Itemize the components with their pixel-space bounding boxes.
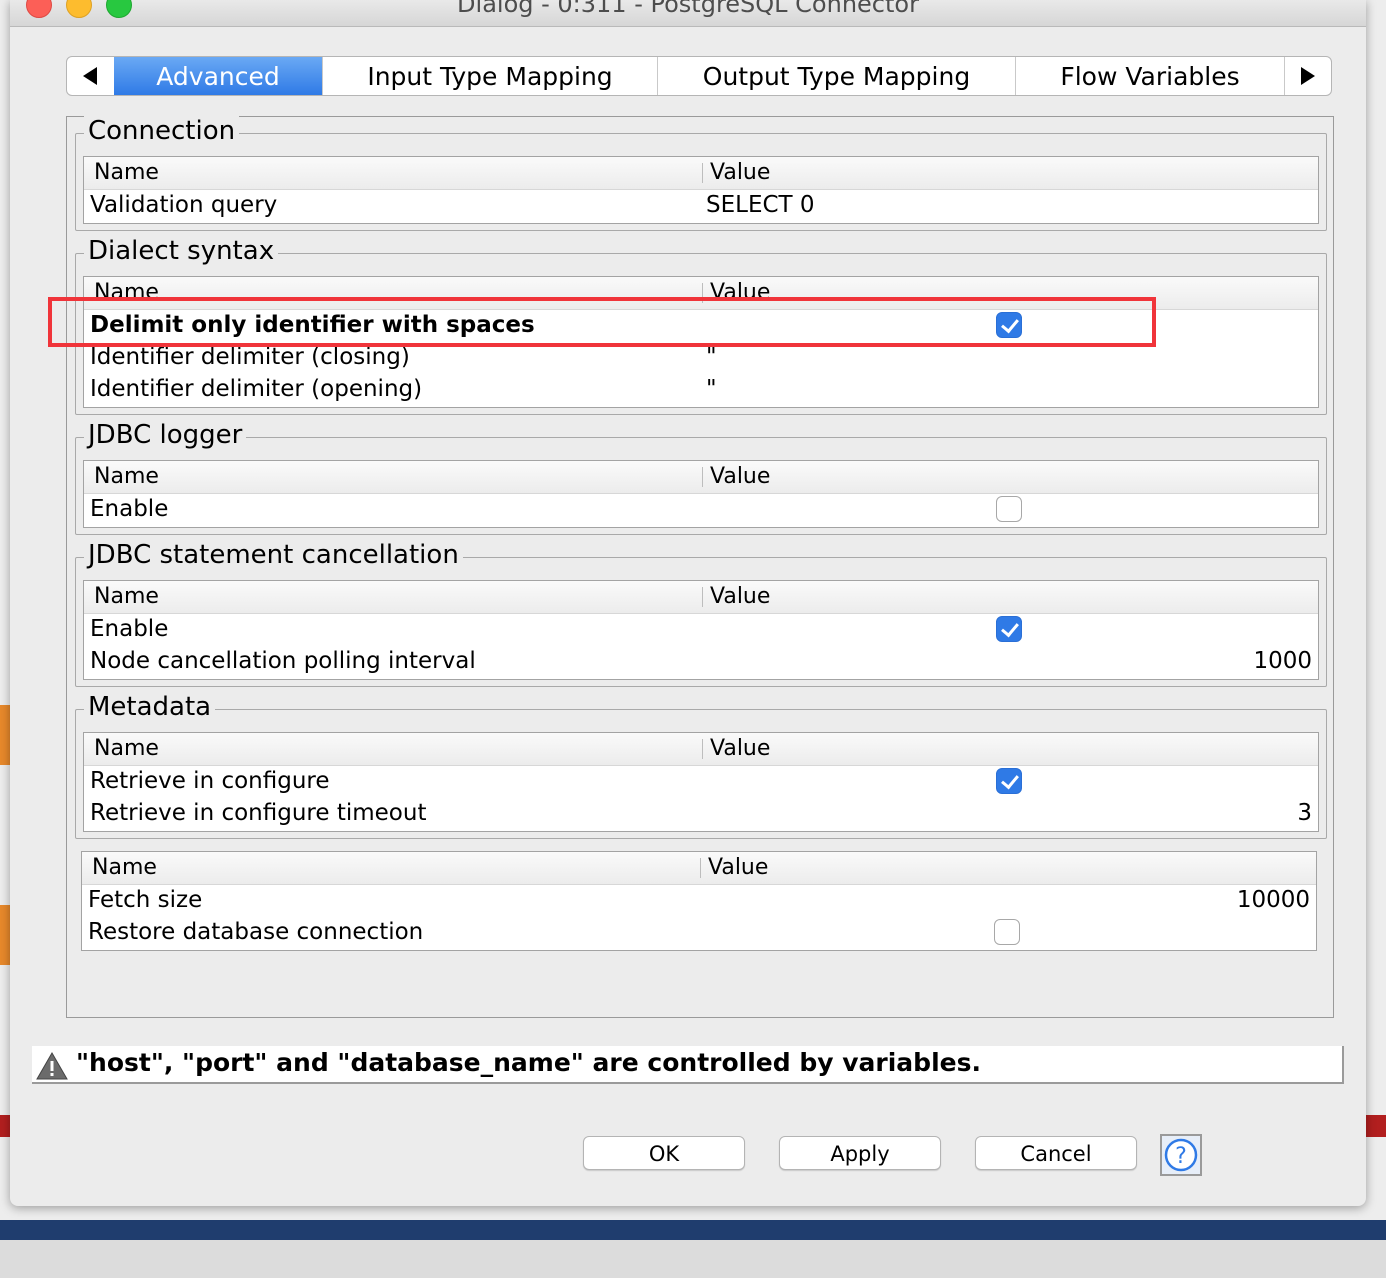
column-header-name[interactable]: Name bbox=[94, 584, 159, 609]
property-value[interactable]: 10000 bbox=[1237, 887, 1310, 913]
property-name: Restore database connection bbox=[88, 919, 424, 945]
property-table: Name Value Enable Node cancellation poll… bbox=[83, 580, 1319, 680]
tab-flow-variables[interactable]: Flow Variables bbox=[1016, 57, 1285, 95]
table-row[interactable]: Fetch size 10000 bbox=[82, 885, 1316, 917]
property-name: Identifier delimiter (opening) bbox=[90, 376, 423, 402]
background-node bbox=[0, 905, 10, 965]
table-row[interactable]: Restore database connection bbox=[82, 917, 1316, 949]
window-title: Dialog - 0:311 - PostgreSQL Connector bbox=[457, 0, 919, 18]
table-row[interactable]: Retrieve in configure bbox=[84, 766, 1318, 798]
column-header-name[interactable]: Name bbox=[94, 464, 159, 489]
column-separator[interactable] bbox=[702, 739, 703, 759]
group-title: Connection bbox=[84, 114, 240, 148]
tab-bar: Advanced Input Type Mapping Output Type … bbox=[66, 56, 1332, 96]
tab-scroll-left-button[interactable] bbox=[67, 57, 113, 95]
checkbox-jdbc-logger-enable[interactable] bbox=[996, 496, 1022, 522]
group-title: JDBC statement cancellation bbox=[84, 538, 463, 572]
background-footer bbox=[0, 1240, 1386, 1278]
column-separator[interactable] bbox=[702, 467, 703, 487]
group-title: Dialect syntax bbox=[84, 234, 279, 268]
tab-scroll-right-button[interactable] bbox=[1285, 57, 1331, 95]
property-value[interactable]: " bbox=[706, 344, 717, 370]
svg-text:?: ? bbox=[1175, 1144, 1187, 1169]
table-header: Name Value bbox=[84, 461, 1318, 494]
group-jdbc-logger: JDBC logger Name Value Enable bbox=[75, 418, 1327, 535]
table-header: Name Value bbox=[84, 581, 1318, 614]
background-node bbox=[0, 705, 10, 765]
property-name: Retrieve in configure bbox=[90, 768, 330, 794]
tab-input-type-mapping[interactable]: Input Type Mapping bbox=[323, 57, 658, 95]
property-table-misc: Name Value Fetch size 10000 Restore data… bbox=[81, 851, 1317, 951]
property-name: Fetch size bbox=[88, 887, 203, 913]
property-name: Identifier delimiter (closing) bbox=[90, 344, 410, 370]
property-name: Validation query bbox=[90, 192, 278, 218]
group-title: Metadata bbox=[84, 690, 216, 724]
checkbox-cancellation-enable[interactable] bbox=[996, 616, 1022, 642]
property-value[interactable]: 3 bbox=[1297, 800, 1312, 826]
property-name: Enable bbox=[90, 496, 169, 522]
property-table: Name Value Validation query SELECT 0 bbox=[83, 156, 1319, 224]
warning-bar: "host", "port" and "database_name" are c… bbox=[32, 1046, 1344, 1084]
column-header-name[interactable]: Name bbox=[92, 855, 157, 880]
tab-output-type-mapping[interactable]: Output Type Mapping bbox=[658, 57, 1016, 95]
table-header: Name Value bbox=[84, 157, 1318, 190]
ok-button[interactable]: OK bbox=[583, 1136, 745, 1170]
warning-triangle-icon bbox=[36, 1052, 68, 1080]
highlight-box bbox=[48, 297, 1156, 347]
checkbox-retrieve-in-configure[interactable] bbox=[996, 768, 1022, 794]
group-connection: Connection Name Value Validation query S… bbox=[75, 114, 1327, 231]
column-header-name[interactable]: Name bbox=[94, 736, 159, 761]
cancel-button[interactable]: Cancel bbox=[975, 1136, 1137, 1170]
property-name: Retrieve in configure timeout bbox=[90, 800, 427, 826]
column-header-name[interactable]: Name bbox=[94, 160, 159, 185]
dialog-window: Dialog - 0:311 - PostgreSQL Connector Ad… bbox=[10, 0, 1366, 1206]
arrow-right-icon bbox=[1301, 67, 1315, 85]
table-header: Name Value bbox=[84, 733, 1318, 766]
property-name: Enable bbox=[90, 616, 169, 642]
table-row[interactable]: Enable bbox=[84, 614, 1318, 646]
column-header-value[interactable]: Value bbox=[710, 584, 770, 609]
dialog-content: Advanced Input Type Mapping Output Type … bbox=[32, 46, 1344, 1026]
property-table: Name Value Enable bbox=[83, 460, 1319, 528]
property-value[interactable]: SELECT 0 bbox=[706, 192, 815, 218]
table-row[interactable]: Validation query SELECT 0 bbox=[84, 190, 1318, 222]
property-value[interactable]: 1000 bbox=[1253, 648, 1312, 674]
column-separator[interactable] bbox=[702, 163, 703, 183]
apply-button[interactable]: Apply bbox=[779, 1136, 941, 1170]
help-button[interactable]: ? bbox=[1160, 1134, 1202, 1176]
group-metadata: Metadata Name Value Retrieve in configur… bbox=[75, 690, 1327, 839]
property-name: Node cancellation polling interval bbox=[90, 648, 476, 674]
table-row[interactable]: Node cancellation polling interval 1000 bbox=[84, 646, 1318, 678]
table-header: Name Value bbox=[82, 852, 1316, 885]
arrow-left-icon bbox=[83, 67, 97, 85]
property-table: Name Value Retrieve in configure Retriev… bbox=[83, 732, 1319, 832]
property-value[interactable]: " bbox=[706, 376, 717, 402]
background-strip bbox=[1366, 1115, 1386, 1137]
column-separator[interactable] bbox=[700, 858, 701, 878]
settings-scroll-area[interactable]: Connection Name Value Validation query S… bbox=[66, 114, 1334, 1018]
column-header-value[interactable]: Value bbox=[710, 160, 770, 185]
table-row[interactable]: Retrieve in configure timeout 3 bbox=[84, 798, 1318, 830]
checkbox-restore-database-connection[interactable] bbox=[994, 919, 1020, 945]
column-header-value[interactable]: Value bbox=[708, 855, 768, 880]
table-row[interactable]: Enable bbox=[84, 494, 1318, 526]
group-jdbc-statement-cancellation: JDBC statement cancellation Name Value E… bbox=[75, 538, 1327, 687]
warning-message: "host", "port" and "database_name" are c… bbox=[76, 1048, 981, 1077]
background-strip bbox=[0, 1220, 1386, 1240]
help-icon: ? bbox=[1164, 1138, 1198, 1172]
table-row[interactable]: Identifier delimiter (opening) " bbox=[84, 374, 1318, 406]
column-header-value[interactable]: Value bbox=[710, 736, 770, 761]
group-title: JDBC logger bbox=[84, 418, 247, 452]
title-bar: Dialog - 0:311 - PostgreSQL Connector bbox=[10, 0, 1366, 27]
tab-advanced[interactable]: Advanced bbox=[114, 57, 323, 95]
column-separator[interactable] bbox=[702, 587, 703, 607]
column-header-value[interactable]: Value bbox=[710, 464, 770, 489]
